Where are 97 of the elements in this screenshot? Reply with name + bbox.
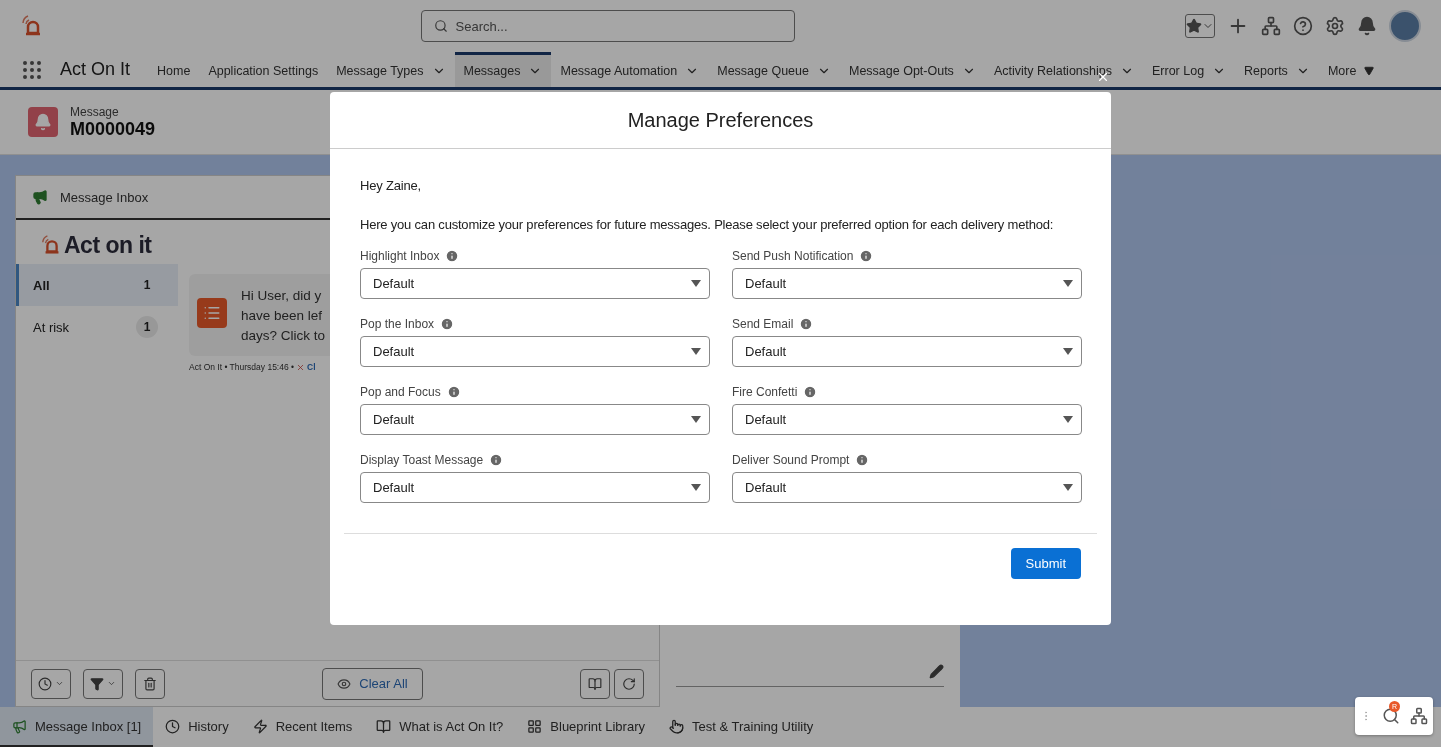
info-icon[interactable] — [859, 249, 874, 263]
dialog-title: Manage Preferences — [330, 92, 1111, 149]
info-icon[interactable] — [445, 249, 460, 263]
preference-select[interactable]: Default — [732, 472, 1082, 503]
clock-icon — [165, 718, 181, 734]
favorites-button[interactable] — [1185, 14, 1215, 38]
preference-select[interactable]: Default — [732, 268, 1082, 299]
preference-select[interactable]: Default — [360, 472, 710, 503]
record-type: Message — [70, 104, 120, 119]
field-label: Send Email — [732, 317, 794, 331]
edit-icon[interactable] — [929, 664, 944, 679]
info-icon[interactable] — [446, 385, 461, 399]
caret-icon — [55, 679, 64, 688]
filter-item[interactable]: All 1 — [16, 264, 178, 306]
app-name: Act On It — [60, 58, 131, 81]
avatar[interactable] — [1389, 10, 1421, 42]
caret-icon — [1063, 484, 1073, 491]
history-filter-button[interactable] — [31, 668, 71, 699]
refresh-icon — [622, 676, 636, 691]
panel-title: Message Inbox — [60, 189, 149, 205]
nav-tab[interactable]: Message Queue — [708, 52, 840, 87]
info-icon[interactable] — [440, 317, 455, 331]
utility-tab[interactable]: Message Inbox [1] — [0, 707, 154, 747]
network-icon[interactable] — [1410, 707, 1428, 725]
book-icon — [588, 676, 602, 691]
field-label: Deliver Sound Prompt — [732, 453, 850, 467]
greeting: Hey Zaine, — [360, 177, 422, 194]
settings-icon[interactable] — [1325, 16, 1345, 36]
nav-tab[interactable]: Message Types — [327, 52, 455, 87]
search-field[interactable]: Search... — [420, 10, 795, 42]
caret-icon — [1063, 348, 1073, 355]
field-label: Pop and Focus — [360, 385, 441, 399]
caret-icon — [691, 416, 701, 423]
nav-tab[interactable]: Error Log — [1143, 52, 1236, 87]
eye-icon — [337, 676, 352, 691]
intro-text: Here you can customize your preferences for future messages. Please select your preferred option for each delivery method: — [360, 216, 1055, 233]
info-icon[interactable] — [855, 453, 870, 467]
nav-tab[interactable]: Application Settings — [199, 52, 328, 87]
field-label: Send Push Notification — [732, 249, 854, 263]
info-icon[interactable] — [803, 385, 818, 399]
utility-tab[interactable]: What is Act On It? — [364, 707, 516, 747]
info-icon[interactable] — [799, 317, 814, 331]
field-label: Pop the Inbox — [360, 317, 435, 331]
megaphone-icon — [12, 718, 27, 734]
nav-tab[interactable]: Messages — [454, 52, 552, 87]
filter-icon — [90, 676, 104, 691]
message-meta: Act On It • Thursday 15:46 • — [189, 362, 294, 372]
blocks-icon — [527, 718, 543, 734]
info-icon[interactable] — [489, 453, 504, 467]
submit-button[interactable]: Submit — [1010, 548, 1081, 579]
nav-tab[interactable]: Message Automation — [551, 52, 709, 87]
caret-icon — [1063, 416, 1073, 423]
preference-select[interactable]: Default — [360, 268, 710, 299]
megaphone-icon — [32, 189, 48, 205]
filter-item[interactable]: At risk 1 — [16, 306, 178, 348]
preference-select[interactable]: Default — [732, 404, 1082, 435]
field-label: Display Toast Message — [360, 453, 484, 467]
utility-tab[interactable]: Blueprint Library — [515, 707, 657, 747]
refresh-button[interactable] — [614, 668, 644, 699]
clear-all-button[interactable]: Clear All — [322, 667, 423, 700]
star-icon — [1186, 18, 1202, 34]
pointer-icon — [669, 718, 684, 734]
caret-icon — [691, 484, 701, 491]
clear-link[interactable]: Cl — [307, 362, 316, 372]
preference-select[interactable]: Default — [360, 404, 710, 435]
delete-button[interactable] — [135, 668, 165, 699]
book-button[interactable] — [580, 668, 610, 699]
nav-tab[interactable]: Home — [148, 52, 200, 87]
filter-button[interactable] — [83, 668, 123, 699]
book-icon — [376, 718, 392, 734]
search-icon[interactable] — [1382, 707, 1400, 725]
notifications-icon[interactable] — [1357, 16, 1377, 36]
field-label: Highlight Inbox — [360, 249, 440, 263]
nav-tab[interactable]: Message Opt-Outs — [839, 52, 985, 87]
help-icon[interactable] — [1293, 16, 1313, 36]
preference-select[interactable]: Default — [732, 336, 1082, 367]
record-name: M0000049 — [70, 118, 156, 140]
utility-tab[interactable]: Test & Training Utility — [657, 707, 826, 747]
caret-icon — [691, 348, 701, 355]
trash-icon — [143, 676, 157, 691]
caret-icon — [1063, 280, 1073, 287]
search-icon — [433, 19, 448, 33]
logo-text: Act on it — [64, 231, 152, 259]
caret-icon — [107, 679, 116, 688]
clock-icon — [38, 676, 52, 691]
utility-tab[interactable]: Recent Items — [240, 707, 365, 747]
caret-icon — [691, 280, 701, 287]
nav-tab[interactable]: Activity Relationships — [984, 52, 1143, 87]
more-menu[interactable]: More — [1318, 52, 1384, 87]
utility-tab[interactable]: History — [153, 707, 241, 747]
lightning-icon — [252, 718, 268, 734]
caret-icon — [1364, 66, 1375, 76]
bell-icon — [28, 107, 58, 137]
list-icon — [197, 298, 227, 328]
nav-tab[interactable]: Reports — [1235, 52, 1319, 87]
preference-select[interactable]: Default — [360, 336, 710, 367]
field-label: Fire Confetti — [732, 385, 798, 399]
